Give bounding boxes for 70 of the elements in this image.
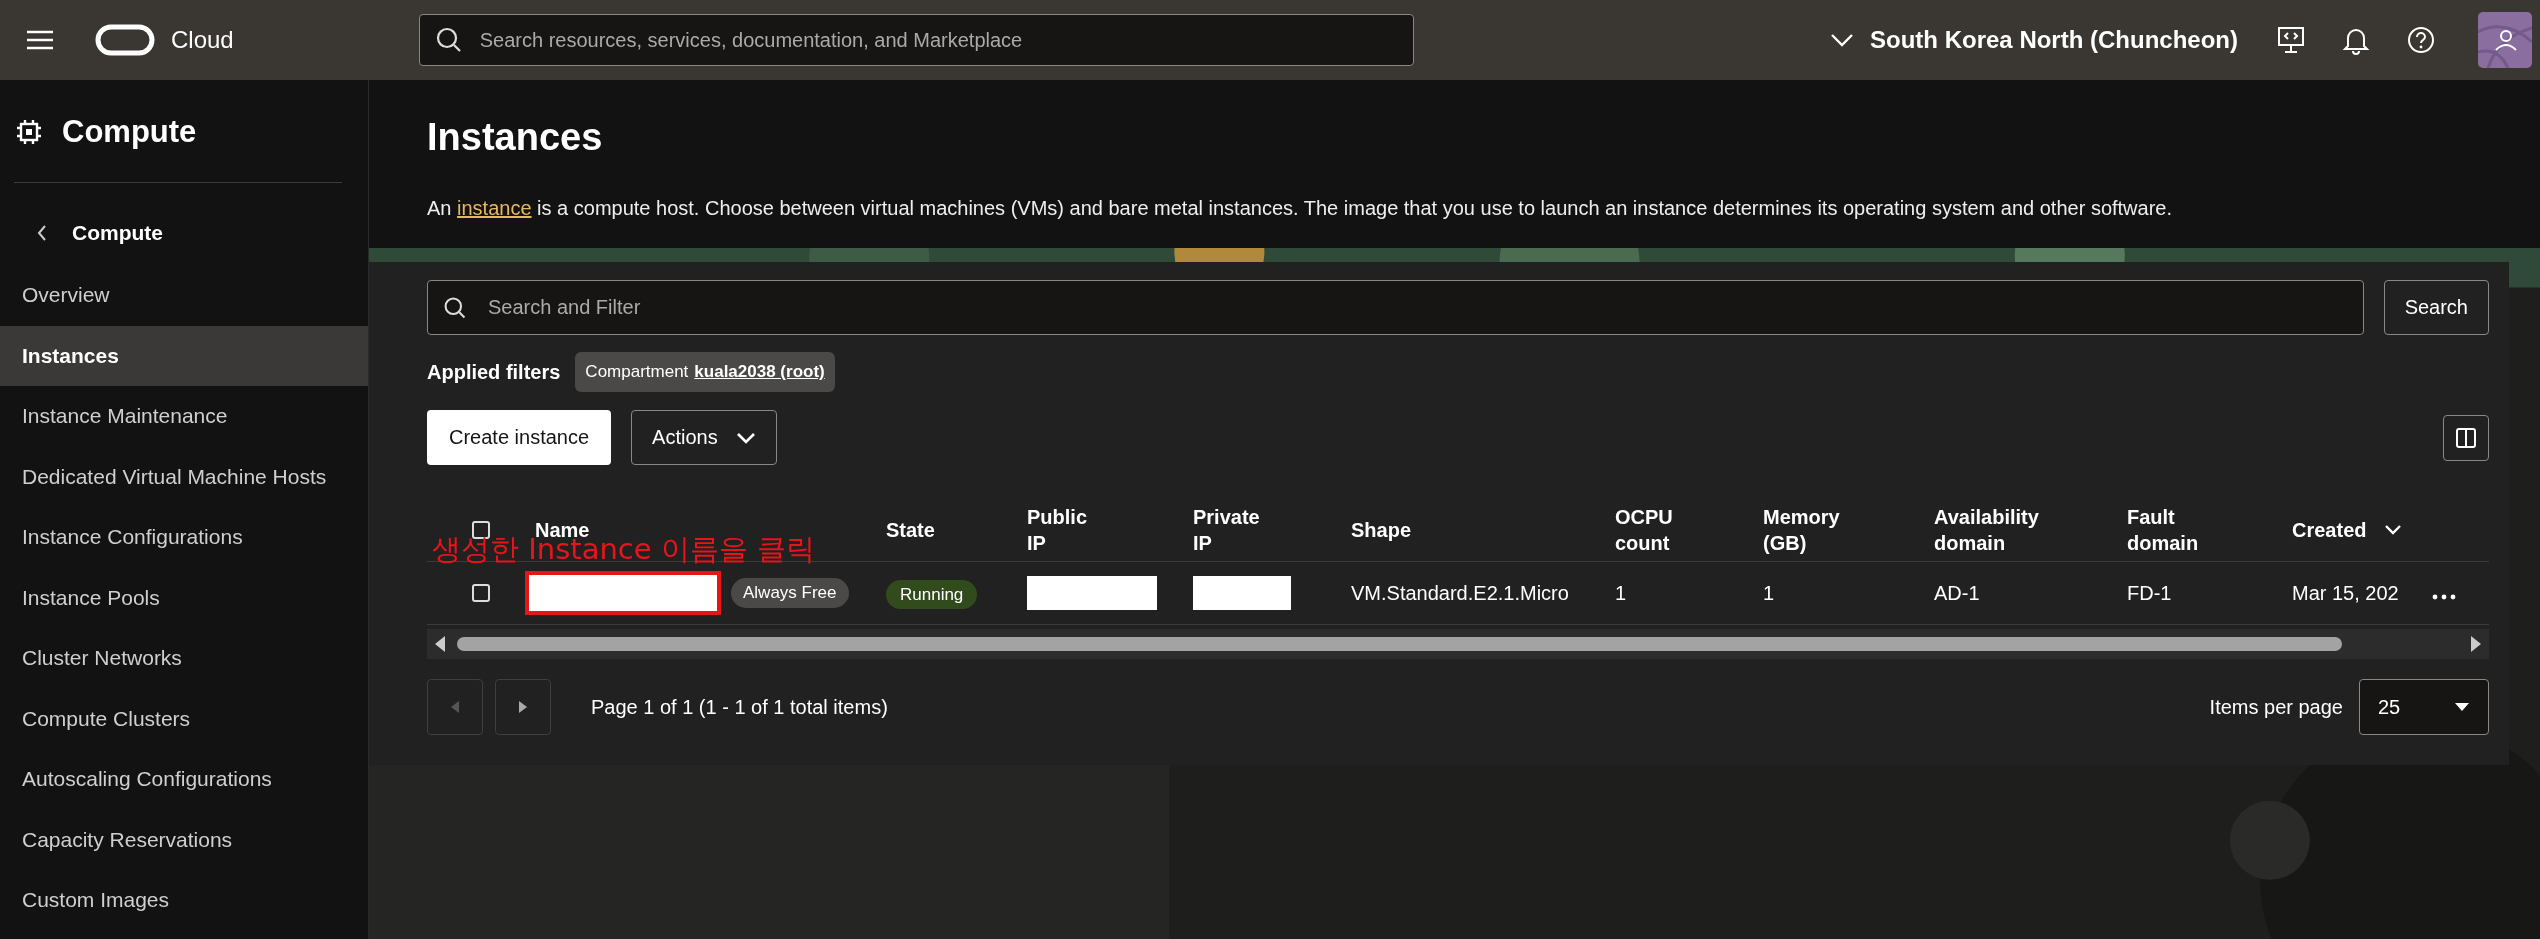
table-cell: 1 xyxy=(1763,581,1775,604)
state-badge: Running xyxy=(886,579,978,609)
search-filter-field[interactable]: Search and Filter xyxy=(427,280,2364,335)
sidebar-title: Compute xyxy=(62,114,197,150)
applied-filters-label: Applied filters xyxy=(427,360,561,384)
sidebar-item[interactable]: Cluster Networks xyxy=(0,628,368,689)
caret-down-icon xyxy=(2454,702,2470,712)
page-title: Instances xyxy=(427,115,604,159)
always-free-badge: Always Free xyxy=(731,578,849,608)
column-header[interactable]: State xyxy=(886,517,935,543)
search-icon xyxy=(434,26,463,54)
items-per-page-label: Items per page xyxy=(2209,695,2343,719)
column-header[interactable]: Private IP xyxy=(1193,504,1260,556)
sort-caret-icon[interactable] xyxy=(2384,524,2403,536)
column-header[interactable]: Created xyxy=(2292,517,2403,543)
sidebar-item[interactable]: Instances xyxy=(0,325,368,386)
chip-icon xyxy=(16,119,42,145)
column-header[interactable]: Memory (GB) xyxy=(1763,504,1840,556)
table-cell: FD-1 xyxy=(2127,581,2172,604)
chip-label: Compartment xyxy=(585,362,689,382)
sidebar-item[interactable]: Dedicated Virtual Machine Hosts xyxy=(0,446,368,507)
caret-right-icon xyxy=(518,700,528,714)
create-instance-button[interactable]: Create instance xyxy=(427,410,612,465)
sidebar-item[interactable]: Custom Images xyxy=(0,870,368,931)
page-description: An instance is a compute host. Choose between virtual machines (VMs) and bare metal instances. The image that you use to launch an instance determines its operating system and other software. xyxy=(427,197,2174,220)
columns-icon xyxy=(2455,426,2477,449)
more-icon[interactable] xyxy=(2432,593,2456,600)
table-cell: AD-1 xyxy=(1934,581,1980,604)
search-button[interactable]: Search xyxy=(2383,280,2489,335)
select-all-checkbox[interactable] xyxy=(472,521,490,539)
table-cell: 1 xyxy=(1615,581,1627,604)
chevron-down-icon xyxy=(735,431,756,444)
region-selector[interactable]: South Korea North (Chuncheon) xyxy=(1830,26,2238,54)
column-header[interactable]: Shape xyxy=(1351,517,1412,543)
sidebar-item[interactable]: Autoscaling Configurations xyxy=(0,749,368,810)
chevron-left-icon xyxy=(36,224,48,242)
table-cell: VM.Standard.E2.1.Micro xyxy=(1351,581,1569,604)
back-link[interactable]: Compute xyxy=(0,209,163,257)
columns-button[interactable] xyxy=(2443,414,2489,461)
column-header[interactable]: Public IP xyxy=(1027,504,1087,556)
page-summary: Page 1 of 1 (1 - 1 of 1 total items) xyxy=(591,695,888,719)
row-checkbox[interactable] xyxy=(472,584,490,602)
sidebar-item[interactable]: Instance Pools xyxy=(0,567,368,628)
sidebar-item[interactable]: Instance Configurations xyxy=(0,507,368,568)
filter-chip[interactable]: Compartment kuala2038 (root) xyxy=(575,352,835,392)
help-icon[interactable] xyxy=(2406,25,2436,55)
sidebar-item[interactable]: Capacity Reservations xyxy=(0,809,368,870)
ring-logo-icon[interactable] xyxy=(95,24,155,56)
items-per-page-select[interactable]: 25 xyxy=(2359,679,2489,735)
scroll-left-icon[interactable] xyxy=(433,635,447,653)
table-cell: Mar 15, 202 xyxy=(2292,581,2399,604)
caret-left-icon xyxy=(450,700,460,714)
column-header[interactable]: Fault domain xyxy=(2127,504,2199,556)
search-icon xyxy=(443,295,467,320)
sidebar-item[interactable]: Instance Maintenance xyxy=(0,386,368,447)
chevron-down-icon xyxy=(1830,33,1855,47)
avatar-icon[interactable] xyxy=(2478,12,2532,68)
horizontal-scrollbar[interactable] xyxy=(427,629,2489,659)
menu-icon[interactable] xyxy=(25,29,55,51)
sidebar-item[interactable]: Overview xyxy=(0,265,368,326)
code-monitor-icon[interactable] xyxy=(2276,25,2306,55)
actions-button[interactable]: Actions xyxy=(631,410,777,465)
sidebar-item[interactable]: Compute Clusters xyxy=(0,688,368,749)
instance-link[interactable]: instance xyxy=(457,197,532,219)
compartment-link[interactable]: kuala2038 (root) xyxy=(694,362,825,382)
column-header[interactable]: Availability domain xyxy=(1934,504,2039,556)
brand-name: Cloud xyxy=(171,26,234,54)
search-field[interactable]: Search resources, services, documentation, and Marketplace xyxy=(418,14,1414,66)
scroll-right-icon[interactable] xyxy=(2469,635,2483,653)
column-header[interactable]: OCPU count xyxy=(1615,504,1673,556)
